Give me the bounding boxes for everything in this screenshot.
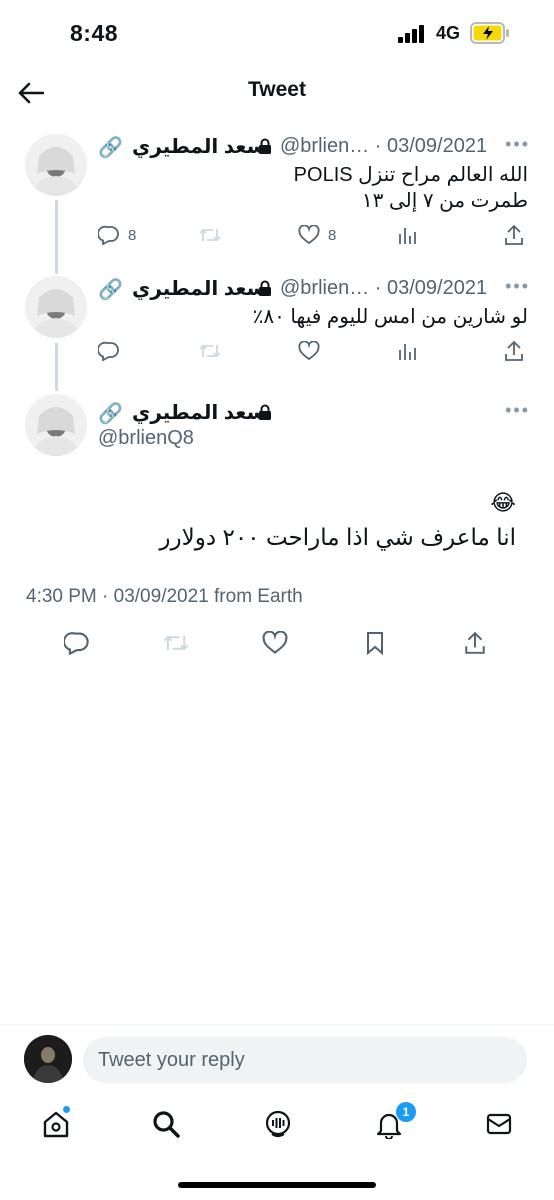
tweet-text-line: الله العالم مراح تنزل POLIS	[293, 164, 528, 186]
link-icon: 🔗	[98, 137, 123, 159]
tweet-text-line: طمرت من ٧ إلى ١٣	[361, 190, 528, 212]
battery-icon	[470, 22, 509, 44]
reply-bar	[0, 1024, 554, 1092]
retweet-button[interactable]	[159, 626, 193, 660]
spaces-icon	[265, 1110, 291, 1138]
home-indicator	[178, 1182, 376, 1188]
thread-tweet[interactable]: 🔗 سعد المطيري @brlien… · 03/09/2021 ••• …	[0, 134, 554, 256]
display-name[interactable]: سعد المطيري	[132, 400, 266, 425]
like-button[interactable]: 8	[298, 222, 336, 248]
emoji: 😂	[490, 490, 516, 515]
share-icon	[465, 631, 485, 654]
like-button[interactable]	[258, 626, 292, 660]
nav-bar: Tweet	[0, 66, 554, 118]
share-button[interactable]	[504, 222, 524, 248]
tweet-actions	[0, 626, 554, 660]
reply-icon	[64, 632, 89, 655]
heart-icon	[298, 341, 320, 361]
bookmark-button[interactable]	[358, 626, 392, 660]
focus-author[interactable]: 🔗 سعد المطيري	[98, 400, 398, 426]
avatar[interactable]	[25, 134, 87, 196]
handle-date: @brlien… · 03/09/2021	[280, 277, 488, 299]
like-button[interactable]	[298, 338, 320, 364]
retweet-icon	[199, 344, 221, 358]
user-handle[interactable]: @brlienQ8	[98, 427, 194, 450]
home-icon	[43, 1111, 69, 1138]
views-icon	[399, 228, 416, 244]
reply-input[interactable]	[83, 1037, 527, 1083]
more-icon[interactable]: •••	[505, 134, 530, 155]
network-type: 4G	[436, 23, 461, 43]
heart-icon	[262, 631, 288, 654]
more-icon[interactable]: •••	[505, 400, 530, 421]
reply-button[interactable]: 8	[98, 222, 136, 248]
lock-icon	[259, 280, 271, 296]
avatar[interactable]	[25, 276, 87, 338]
retweet-button[interactable]	[198, 222, 222, 248]
heart-icon	[298, 225, 320, 245]
reply-count: 8	[128, 226, 137, 244]
share-icon	[505, 224, 523, 245]
reply-button[interactable]	[60, 626, 94, 660]
tweet-text: الله العالم مراح تنزل POLIS طمرت من ٧ إل…	[98, 162, 528, 214]
signal-icon	[398, 25, 426, 43]
unread-dot	[63, 1106, 70, 1113]
lock-icon	[259, 404, 271, 420]
status-time: 8:48	[70, 20, 119, 46]
search-icon	[153, 1111, 180, 1138]
tab-spaces[interactable]	[258, 1104, 298, 1144]
tab-search[interactable]	[146, 1104, 186, 1144]
share-icon	[505, 340, 523, 361]
bookmark-icon	[367, 632, 383, 655]
tab-home[interactable]	[36, 1104, 76, 1144]
views-button[interactable]	[398, 222, 418, 248]
views-button[interactable]	[398, 338, 418, 364]
tweet-text: لو شارين من امس لليوم فيها ٨٠٪	[252, 306, 528, 328]
display-name[interactable]: سعد المطيري	[132, 134, 266, 159]
more-icon[interactable]: •••	[505, 276, 530, 297]
status-bar: 8:48 4G	[0, 0, 554, 66]
reply-button[interactable]	[98, 338, 120, 364]
share-button[interactable]	[458, 626, 492, 660]
share-button[interactable]	[504, 338, 524, 364]
lock-icon	[259, 138, 271, 154]
link-icon: 🔗	[98, 403, 123, 425]
notification-badge: 1	[396, 1102, 416, 1122]
tab-messages[interactable]	[479, 1104, 519, 1144]
mail-icon	[486, 1113, 512, 1135]
retweet-icon	[163, 635, 189, 651]
tweet-actions: 8 8	[98, 222, 536, 248]
thread-tweet[interactable]: 🔗 سعد المطيري @brlien… · 03/09/2021 ••• …	[0, 276, 554, 368]
views-icon	[399, 344, 416, 360]
retweet-icon	[199, 228, 221, 242]
tweet-actions	[98, 338, 536, 364]
like-count: 8	[328, 226, 337, 244]
handle-date: @brlien… · 03/09/2021	[280, 135, 488, 157]
tweet-meta: 4:30 PM · 03/09/2021 from Earth	[26, 586, 303, 607]
page-title: Tweet	[248, 78, 306, 101]
reply-icon	[98, 341, 119, 361]
link-icon: 🔗	[98, 279, 123, 301]
tweet-text: انا ماعرف شي اذا ماراحت ٢٠٠ دولارر	[159, 524, 516, 550]
retweet-button[interactable]	[198, 338, 222, 364]
avatar[interactable]	[24, 1035, 72, 1083]
avatar[interactable]	[25, 394, 87, 456]
display-name[interactable]: سعد المطيري	[132, 276, 266, 301]
reply-icon	[98, 225, 119, 245]
